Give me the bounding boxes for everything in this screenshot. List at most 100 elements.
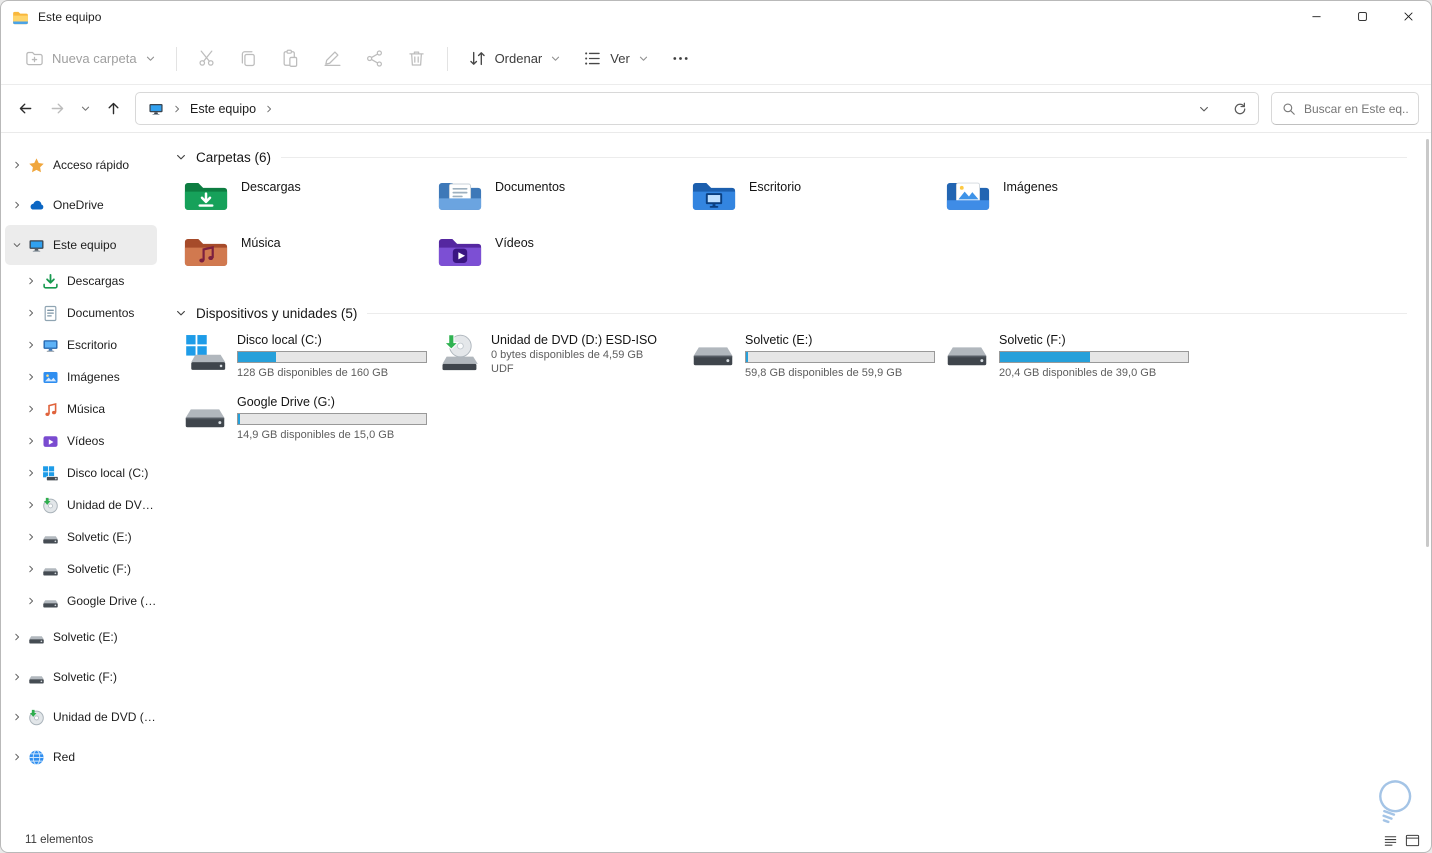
chevron-right-icon[interactable] (23, 529, 39, 545)
more-options-button[interactable] (661, 41, 701, 77)
drive-tile-google-drive-g[interactable]: Google Drive (G:) 14,9 GB disponibles de … (175, 393, 429, 451)
sidebar-item-documentos[interactable]: Documentos (5, 297, 157, 329)
drive-tile-solvetic-f[interactable]: Solvetic (F:) 20,4 GB disponibles de 39,0… (937, 331, 1191, 389)
folder-tile-escritorio[interactable]: Escritorio (683, 175, 937, 231)
folder-name: Vídeos (495, 236, 534, 250)
chevron-right-icon[interactable] (9, 197, 25, 213)
list-view-icon (1383, 833, 1398, 848)
drive-name: Disco local (C:) (237, 333, 322, 347)
view-button[interactable]: Ver (573, 41, 659, 77)
refresh-button[interactable] (1226, 95, 1254, 123)
sidebar-item-videos[interactable]: Vídeos (5, 425, 157, 457)
sidebar: Acceso rápido OneDrive Este equipo Descarga… (1, 133, 161, 828)
chevron-right-icon[interactable] (9, 157, 25, 173)
view-toggles (1379, 830, 1423, 850)
sidebar-item-label: Google Drive (G:) (67, 594, 157, 608)
folder-tile-descargas[interactable]: Descargas (175, 175, 429, 231)
sidebar-item-solvetic-e[interactable]: Solvetic (E:) (5, 521, 157, 553)
dvd-icon (28, 709, 45, 726)
sidebar-item-solvetic-f[interactable]: Solvetic (F:) (5, 553, 157, 585)
folder-tile-imagenes[interactable]: Imágenes (937, 175, 1191, 231)
sidebar-item-este-equipo[interactable]: Este equipo (5, 225, 157, 265)
chevron-right-icon[interactable] (23, 273, 39, 289)
chevron-right-icon[interactable] (9, 629, 25, 645)
sidebar-item-escritorio[interactable]: Escritorio (5, 329, 157, 361)
address-dropdown-button[interactable] (1190, 95, 1218, 123)
forward-button[interactable] (41, 93, 73, 125)
recent-locations-button[interactable] (73, 93, 97, 125)
rename-button[interactable] (313, 41, 353, 77)
sidebar-item-imagenes[interactable]: Imágenes (5, 361, 157, 393)
folder-tile-documentos[interactable]: Documentos (429, 175, 683, 231)
sidebar-item-acceso-rapido[interactable]: Acceso rápido (5, 145, 157, 185)
cut-button[interactable] (187, 41, 227, 77)
new-folder-button[interactable]: Nueva carpeta (15, 41, 166, 77)
minimize-button[interactable] (1293, 1, 1339, 32)
chevron-right-icon[interactable] (23, 337, 39, 353)
chevron-right-icon[interactable] (9, 669, 25, 685)
chevron-down-icon[interactable] (9, 237, 25, 253)
details-view-button[interactable] (1379, 830, 1401, 850)
app-body: Acceso rápido OneDrive Este equipo Descarga… (1, 133, 1431, 828)
chevron-right-icon[interactable] (23, 401, 39, 417)
copy-button[interactable] (229, 41, 269, 77)
delete-button[interactable] (397, 41, 437, 77)
sort-label: Ordenar (494, 51, 543, 66)
titlebar[interactable]: Este equipo (1, 1, 1431, 33)
dvd-main-icon (437, 333, 481, 371)
chevron-right-icon[interactable] (23, 561, 39, 577)
address-bar[interactable]: Este equipo (135, 92, 1259, 125)
search-input[interactable] (1304, 101, 1408, 116)
sidebar-item-google-drive-g[interactable]: Google Drive (G:) (5, 585, 157, 617)
large-icons-view-button[interactable] (1401, 830, 1423, 850)
back-button[interactable] (9, 93, 41, 125)
more-icon (671, 49, 690, 68)
chevron-right-icon[interactable] (23, 593, 39, 609)
sidebar-item-disco-local-c[interactable]: Disco local (C:) (5, 457, 157, 489)
chevron-right-icon[interactable] (23, 497, 39, 513)
folder-tile-videos[interactable]: Vídeos (429, 231, 683, 287)
section-divider (281, 156, 1407, 158)
capacity-bar (745, 351, 935, 363)
chevron-right-icon[interactable] (172, 104, 182, 114)
sidebar-item-unidad-de-dvd-d[interactable]: Unidad de DVD (D:) (5, 697, 157, 737)
sidebar-item-unidad-de-dvd-d[interactable]: Unidad de DVD (D: (5, 489, 157, 521)
drive-name: Solvetic (F:) (999, 333, 1066, 347)
delete-icon (407, 49, 426, 68)
sidebar-item-onedrive[interactable]: OneDrive (5, 185, 157, 225)
chevron-right-icon[interactable] (23, 305, 39, 321)
sidebar-item-label: Red (53, 750, 76, 764)
chevron-down-icon[interactable] (175, 307, 187, 319)
chevron-down-icon[interactable] (175, 151, 187, 163)
drive-tile-disco-local-c[interactable]: Disco local (C:) 128 GB disponibles de 16… (175, 331, 429, 389)
close-button[interactable] (1385, 1, 1431, 32)
sort-button[interactable]: Ordenar (458, 41, 572, 77)
chevron-right-icon[interactable] (23, 465, 39, 481)
drive-tile-unidad-de-dvd-d-esd-iso[interactable]: Unidad de DVD (D:) ESD-ISO 0 bytes dispon… (429, 331, 683, 389)
chevron-right-icon[interactable] (264, 104, 274, 114)
sidebar-item-solvetic-f[interactable]: Solvetic (F:) (5, 657, 157, 697)
share-button[interactable] (355, 41, 395, 77)
sidebar-item-descargas[interactable]: Descargas (5, 265, 157, 297)
sidebar-item-solvetic-e[interactable]: Solvetic (E:) (5, 617, 157, 657)
drive-capacity-text: 14,9 GB disponibles de 15,0 GB (237, 429, 395, 441)
chevron-right-icon[interactable] (9, 749, 25, 765)
new-folder-label: Nueva carpeta (52, 51, 137, 66)
sidebar-item-red[interactable]: Red (5, 737, 157, 777)
drives-section-header[interactable]: Dispositivos y unidades (5) (175, 299, 1407, 327)
drive-tile-solvetic-e[interactable]: Solvetic (E:) 59,8 GB disponibles de 59,9… (683, 331, 937, 389)
up-button[interactable] (97, 93, 129, 125)
folders-section-header[interactable]: Carpetas (6) (175, 143, 1407, 171)
vertical-scrollbar[interactable] (1426, 139, 1429, 547)
breadcrumb-item[interactable]: Este equipo (190, 102, 256, 116)
paste-button[interactable] (271, 41, 311, 77)
items-count: 11 elementos (25, 834, 94, 846)
chevron-right-icon[interactable] (23, 369, 39, 385)
folder-tile-musica[interactable]: Música (175, 231, 429, 287)
chevron-right-icon[interactable] (9, 709, 25, 725)
sidebar-item-musica[interactable]: Música (5, 393, 157, 425)
chevron-down-icon (145, 53, 156, 64)
search-box[interactable] (1271, 92, 1419, 125)
maximize-button[interactable] (1339, 1, 1385, 32)
chevron-right-icon[interactable] (23, 433, 39, 449)
